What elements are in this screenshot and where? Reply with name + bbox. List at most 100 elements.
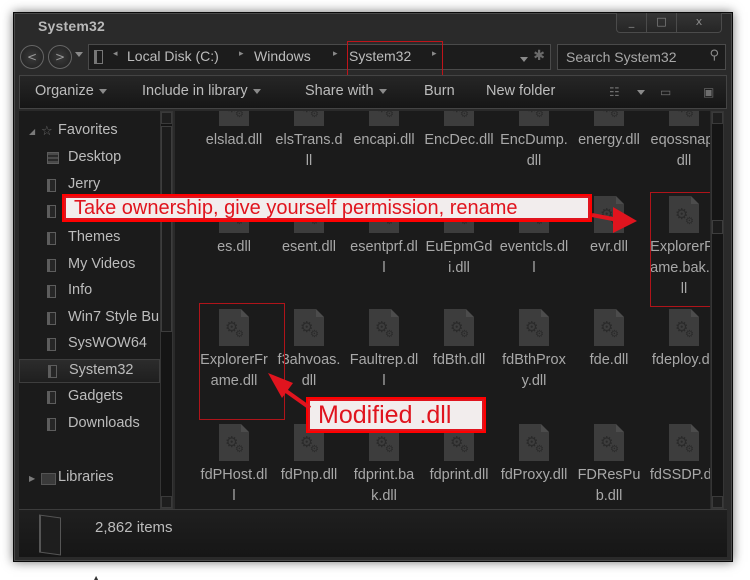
file-name: evr.dll (590, 239, 628, 255)
share-with-button[interactable]: Share with (305, 83, 387, 99)
dll-file-icon: ⚙⚙ (594, 309, 624, 346)
view-dropdown-icon[interactable] (637, 90, 645, 95)
gear-icon: ⚙ (385, 329, 394, 340)
dll-file-icon: ⚙⚙ (444, 111, 474, 126)
address-dropdown-icon[interactable] (520, 57, 528, 62)
sidebar-item-desktop[interactable]: Desktop (19, 147, 160, 171)
file-name: EncDec.dll (424, 132, 494, 148)
file-item[interactable]: ⚙ ⚙ fdeploy.dll (646, 309, 710, 371)
sidebar-libraries[interactable]: ▶ Libraries (27, 467, 163, 491)
sidebar-item-themes[interactable]: Themes (19, 227, 160, 251)
folder-shortcut-icon (47, 179, 56, 192)
file-item[interactable]: ⚙ ⚙ FDResPub.dll (571, 424, 647, 507)
chevron-right-icon[interactable]: ▸ (239, 49, 244, 59)
chevron-right-icon[interactable]: ▸ (333, 49, 338, 59)
file-name: es.dll (217, 239, 251, 255)
file-item[interactable]: ⚙⚙ energy.dll (571, 111, 647, 151)
chevron-left-icon[interactable]: ◂ (113, 49, 118, 59)
view-options-icon[interactable]: ☷ (609, 85, 620, 99)
file-item[interactable]: ⚙ ⚙ fdPHost.dll (196, 424, 272, 507)
preview-pane-icon[interactable]: ▭ (660, 85, 671, 99)
search-box[interactable]: Search System32 ⚲ (557, 44, 726, 70)
sidebar-item-gadgets[interactable]: Gadgets (19, 386, 160, 410)
file-name: fdprint.dll (429, 467, 489, 483)
highlight-box-explorerframe-modified (199, 303, 285, 420)
file-item[interactable]: ⚙⚙ fdSSDP.dll (646, 424, 710, 486)
back-button[interactable]: < (20, 45, 44, 69)
file-item[interactable]: ⚙ ⚙ Faultrep.dll (346, 309, 422, 392)
file-item[interactable]: ⚙⚙ EncDump.dll (496, 111, 572, 172)
breadcrumb-windows[interactable]: Windows (254, 48, 311, 64)
burn-button[interactable]: Burn (424, 83, 455, 99)
scroll-thumb[interactable] (712, 220, 723, 234)
file-item[interactable]: ⚙⚙ encapi.dll (346, 111, 422, 151)
gear-icon: ⚙ (535, 329, 544, 340)
minimize-button[interactable]: _ (617, 13, 647, 32)
downloads-icon (47, 418, 56, 431)
share-with-label: Share with (305, 83, 374, 99)
scroll-down-arrow[interactable] (712, 496, 723, 508)
recent-pages-dropdown-icon[interactable] (75, 52, 83, 57)
sidebar-scrollbar[interactable] (160, 111, 173, 509)
file-name: eventcls.dll (499, 239, 569, 276)
sidebar-item-label: SysWOW64 (68, 335, 147, 351)
scroll-thumb[interactable] (161, 126, 172, 332)
organize-button[interactable]: Organize (35, 83, 107, 99)
sidebar-item-downloads[interactable]: Downloads (19, 413, 160, 437)
file-name: fdBthProxy.dll (502, 352, 566, 389)
sidebar-item-jerry[interactable]: Jerry (19, 174, 160, 198)
file-name: EuEpmGdi.dll (425, 239, 493, 276)
sidebar-item-label: Desktop (68, 149, 122, 165)
chevron-down-icon (98, 88, 107, 94)
file-item[interactable]: ⚙⚙ elslad.dll (196, 111, 272, 151)
dll-file-icon: ⚙⚙ (594, 111, 624, 126)
file-item[interactable]: ⚙⚙ EncDec.dll (421, 111, 497, 151)
scroll-down-arrow[interactable] (161, 496, 172, 508)
maximize-button[interactable]: □ (647, 13, 677, 32)
folder-shortcut-icon (47, 391, 56, 404)
gear-icon: ⚙ (685, 329, 694, 340)
libraries-icon (41, 473, 56, 485)
sidebar-item-info[interactable]: Info (19, 280, 160, 304)
sidebar-item-my-videos[interactable]: My Videos (19, 254, 160, 278)
new-folder-button[interactable]: New folder (486, 83, 555, 99)
collapse-triangle-icon[interactable]: ▶ (29, 474, 35, 483)
gear-icon: ⚙ (460, 329, 469, 340)
address-bar[interactable]: ◂ Local Disk (C:) ▸ Windows ▸ System32 ▸… (88, 41, 551, 76)
forward-button[interactable]: > (48, 45, 72, 69)
breadcrumb-local-disk[interactable]: Local Disk (C:) (127, 48, 219, 64)
sidebar-favorites[interactable]: ◢ ☆ Favorites (27, 120, 163, 144)
file-item[interactable]: ⚙ ⚙ fdPnp.dll (271, 424, 347, 486)
file-name: fde.dll (589, 352, 629, 368)
refresh-icon[interactable]: ✱ (533, 48, 545, 64)
scroll-up-arrow[interactable] (161, 112, 172, 124)
include-in-library-button[interactable]: Include in library (142, 83, 261, 99)
sidebar-item-system32[interactable]: System32 (19, 359, 160, 383)
dll-file-icon: ⚙⚙ (669, 309, 699, 346)
search-icon[interactable]: ⚲ (709, 48, 719, 63)
close-button[interactable]: x (677, 13, 721, 32)
file-name: esentprf.dll (350, 239, 418, 276)
file-item[interactable]: ⚙ ⚙ fde.dll (571, 309, 647, 371)
search-input[interactable]: Search System32 (566, 49, 677, 65)
libraries-label: Libraries (58, 469, 114, 485)
sidebar-item-win7-style-builder[interactable]: Win7 Style Builder (19, 307, 160, 331)
file-item[interactable]: ⚙⚙ eqossnap.dll (646, 111, 710, 172)
file-list-scrollbar[interactable] (711, 111, 724, 509)
file-list: ⚙⚙elslad.dll⚙⚙elsTrans.dll⚙⚙encapi.dll⚙⚙… (175, 111, 710, 509)
file-item[interactable]: ⚙⚙ elsTrans.dll (271, 111, 347, 172)
annotation-callout-take-ownership: Take ownership, give yourself permission… (62, 194, 592, 222)
file-item[interactable]: ⚙ ⚙ fdProxy.dll (496, 424, 572, 486)
file-item[interactable]: ⚙ ⚙ fdBthProxy.dll (496, 309, 572, 392)
annotation-callout-modified-dll: Modified .dll (306, 397, 486, 433)
dll-file-icon: ⚙⚙ (444, 309, 474, 346)
file-item[interactable]: ⚙ ⚙ fdprint.bak.dll (346, 424, 422, 507)
file-name: fdProxy.dll (500, 467, 568, 483)
expand-triangle-icon[interactable]: ◢ (29, 127, 35, 136)
sidebar-item-syswow64[interactable]: SysWOW64 (19, 333, 160, 357)
dll-file-icon: ⚙⚙ (519, 424, 549, 461)
scroll-up-arrow[interactable] (712, 112, 723, 124)
help-icon[interactable]: ▣ (703, 85, 714, 99)
file-item[interactable]: ⚙ ⚙ fdprint.dll (421, 424, 497, 486)
file-item[interactable]: ⚙ ⚙ fdBth.dll (421, 309, 497, 371)
